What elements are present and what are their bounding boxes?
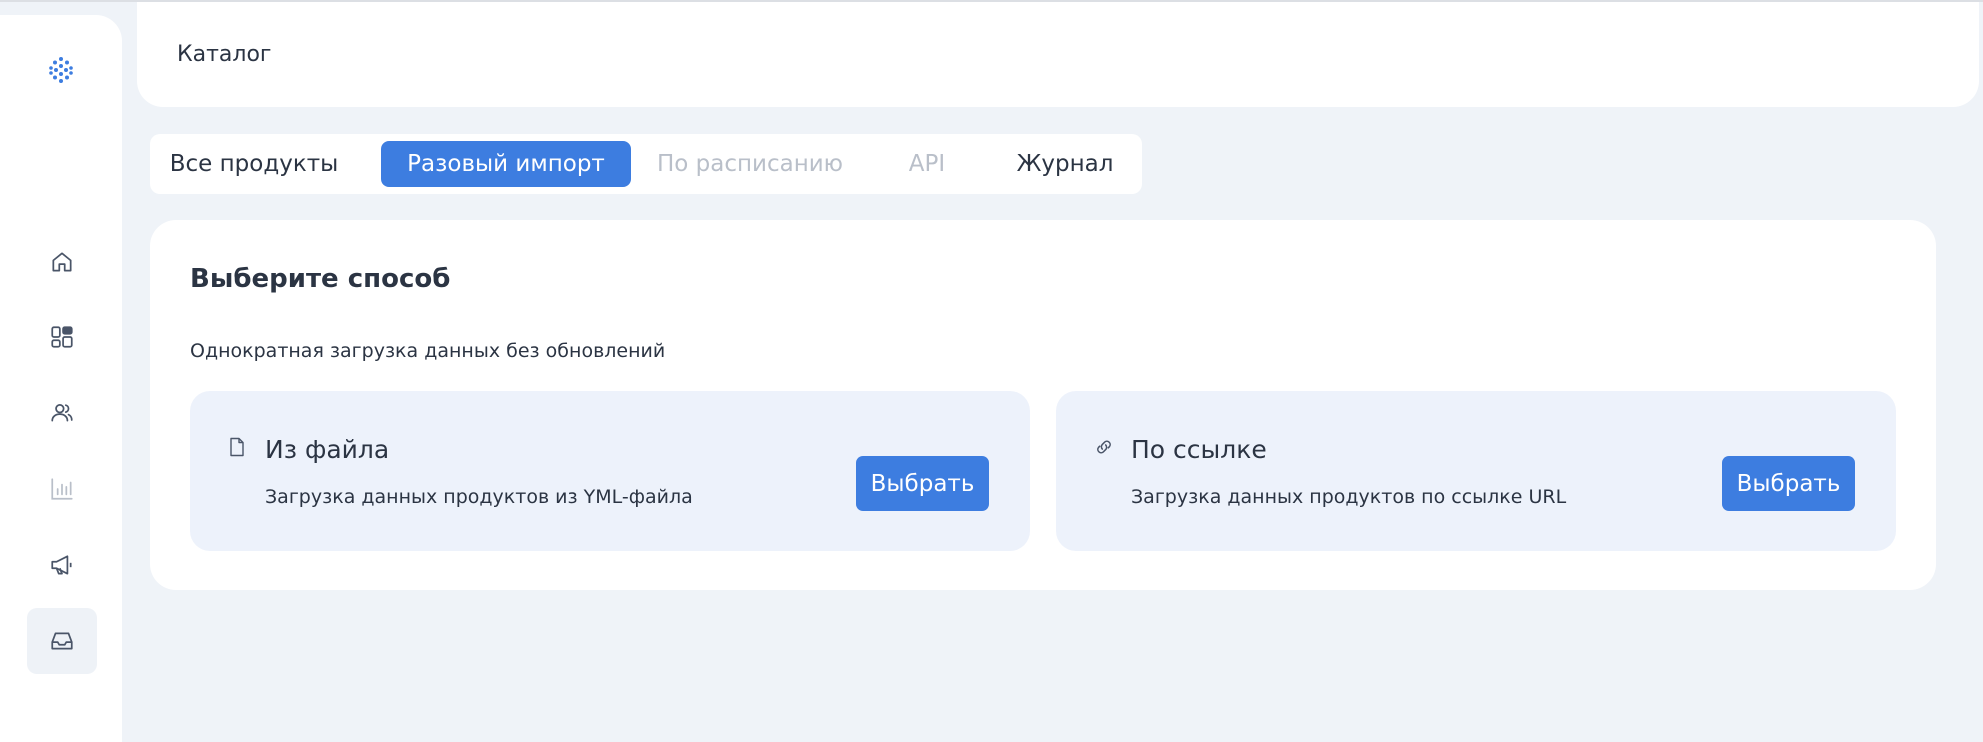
option-from-file: Из файла Загрузка данных продуктов из YM…	[190, 391, 1030, 551]
choose-file-button[interactable]: Выбрать	[856, 456, 989, 511]
inbox-icon	[51, 632, 73, 650]
import-method-card: Выберите способ Однократная загрузка дан…	[150, 220, 1936, 590]
megaphone-icon	[51, 555, 72, 575]
tab-scheduled[interactable]: По расписанию	[657, 141, 843, 187]
sidebar-item-users[interactable]	[27, 380, 97, 446]
option-description: Загрузка данных продуктов по ссылке URL	[1131, 486, 1567, 508]
tab-all-products[interactable]: Все продукты	[170, 141, 339, 187]
page-header: Каталог	[137, 2, 1979, 107]
sidebar-item-dashboard[interactable]	[27, 304, 97, 370]
link-icon	[1097, 440, 1111, 454]
tab-api[interactable]: API	[904, 141, 950, 187]
page-title: Каталог	[177, 42, 272, 67]
sidebar-item-analytics[interactable]	[27, 456, 97, 522]
option-description: Загрузка данных продуктов из YML-файла	[265, 486, 693, 508]
sidebar	[0, 15, 122, 742]
section-subtitle: Однократная загрузка данных без обновлен…	[190, 340, 666, 362]
logo-icon[interactable]	[46, 55, 76, 85]
tab-bar: Все продукты Разовый импорт По расписани…	[150, 134, 1142, 194]
sidebar-item-catalog[interactable]	[27, 608, 97, 674]
tab-one-time-import[interactable]: Разовый импорт	[381, 141, 631, 187]
choose-link-button[interactable]: Выбрать	[1722, 456, 1855, 511]
option-by-link: По ссылке Загрузка данных продуктов по с…	[1056, 391, 1896, 551]
tab-journal[interactable]: Журнал	[1010, 141, 1120, 187]
file-icon	[230, 437, 244, 457]
users-icon	[51, 404, 73, 422]
chart-icon	[51, 478, 73, 500]
sidebar-item-home[interactable]	[27, 229, 97, 295]
home-icon	[52, 252, 72, 272]
section-title: Выберите способ	[190, 264, 451, 294]
sidebar-item-campaigns[interactable]	[27, 532, 97, 598]
option-title: Из файла	[265, 435, 390, 464]
dashboard-icon	[51, 326, 73, 348]
option-title: По ссылке	[1131, 435, 1267, 464]
